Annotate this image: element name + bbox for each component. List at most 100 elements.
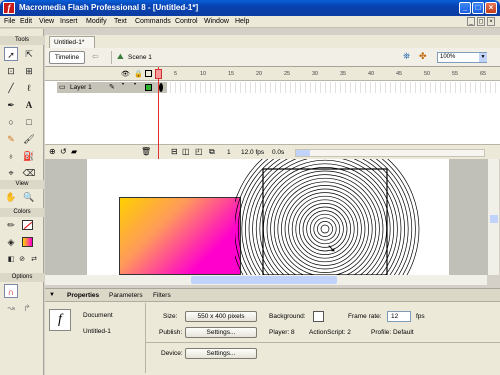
layer-name[interactable]: Layer 1: [70, 83, 92, 92]
snap-magnet-icon[interactable]: ∩: [4, 284, 18, 298]
insert-layer-icon[interactable]: ⊕: [49, 147, 56, 156]
menu-file[interactable]: File: [4, 16, 15, 28]
outline-icon[interactable]: [145, 70, 152, 77]
scrollbar-thumb[interactable]: [191, 276, 337, 284]
layer-outline-color[interactable]: [145, 84, 152, 91]
size-button[interactable]: 550 x 400 pixels: [185, 311, 257, 322]
timeline-toggle-button[interactable]: Timeline: [49, 51, 85, 64]
insert-folder-icon[interactable]: ▰: [71, 147, 77, 156]
scene-label[interactable]: Scene 1: [128, 53, 152, 62]
keyframe-dot[interactable]: [159, 83, 163, 92]
lasso-tool-icon[interactable]: ℓ: [22, 81, 36, 95]
title-bar[interactable]: f Macromedia Flash Professional 8 - [Unt…: [0, 0, 500, 16]
menu-insert[interactable]: Insert: [60, 16, 78, 28]
stage-vertical-scrollbar[interactable]: [487, 159, 499, 275]
doc-minimize-button[interactable]: _: [467, 17, 475, 26]
visibility-dot-icon[interactable]: •: [122, 82, 124, 88]
swap-colors-icon[interactable]: ⇄: [27, 253, 41, 267]
tools-panel: Tools ➚ ⇱ ⊡ ⊞ ╱ ℓ ✒ A ○ □ ✎ 🖌 ♁ ⛽ ⌖ ⌫ Vi…: [0, 29, 44, 375]
pen-tool-icon[interactable]: ✒: [4, 98, 18, 112]
background-color-swatch[interactable]: [313, 311, 324, 322]
back-arrow-icon[interactable]: ⇦: [92, 52, 99, 61]
pencil-tool-icon[interactable]: ✎: [4, 132, 18, 146]
subselect-tool-icon[interactable]: ⇱: [22, 47, 36, 61]
paint-bucket-tool-icon[interactable]: ⛽: [22, 149, 36, 163]
background-label: Background:: [269, 313, 306, 320]
menu-view[interactable]: View: [39, 16, 54, 28]
brush-tool-icon[interactable]: 🖌: [22, 132, 36, 146]
doc-restore-button[interactable]: ◻: [477, 17, 485, 26]
stage-horizontal-scrollbar[interactable]: [45, 275, 487, 285]
eraser-tool-icon[interactable]: ⌫: [22, 166, 36, 180]
delete-layer-icon[interactable]: 🗑: [141, 147, 151, 156]
frame-rate-input[interactable]: 12: [387, 311, 411, 322]
lock-icon[interactable]: 🔒: [134, 70, 143, 78]
menu-window[interactable]: Window: [204, 16, 229, 28]
tab-properties[interactable]: Properties: [67, 291, 99, 302]
divider: [111, 51, 112, 64]
tab-filters[interactable]: Filters: [153, 291, 171, 302]
lock-dot-icon[interactable]: •: [134, 82, 136, 88]
center-frame-icon[interactable]: ⊟: [171, 147, 178, 156]
stage-area[interactable]: ➘: [45, 159, 487, 275]
gradient-rectangle[interactable]: [119, 197, 241, 275]
zoom-tool-icon[interactable]: 🔍: [22, 190, 36, 204]
ring: [299, 203, 351, 255]
fill-color-swatch[interactable]: [22, 237, 33, 247]
line-tool-icon[interactable]: ╱: [4, 81, 18, 95]
edit-multiple-frames-icon[interactable]: ⧉: [209, 147, 215, 157]
edit-symbols-icon[interactable]: ✤: [419, 51, 427, 62]
arrow-tool-icon[interactable]: ➚: [4, 47, 18, 61]
stroke-color-swatch[interactable]: [22, 220, 33, 230]
layer-row[interactable]: ▭ Layer 1 ✎ • •: [57, 82, 167, 93]
edit-scene-icon[interactable]: ⛯: [403, 51, 410, 62]
publish-settings-button[interactable]: Settings...: [185, 327, 257, 338]
scrollbar-thumb[interactable]: [296, 150, 310, 156]
timeline-scrollbar[interactable]: [295, 149, 485, 157]
menu-edit[interactable]: Edit: [20, 16, 32, 28]
playhead[interactable]: [158, 67, 159, 159]
frame-cells[interactable]: [161, 82, 500, 93]
minimize-button[interactable]: _: [459, 2, 471, 14]
concentric-circles-shape[interactable]: [235, 159, 455, 275]
document-tab[interactable]: Untitled-1*: [49, 36, 95, 48]
onion-outline-icon[interactable]: ◰: [195, 147, 203, 156]
chevron-down-icon[interactable]: ▼: [479, 53, 487, 62]
current-frame: 1: [227, 149, 231, 156]
hand-tool-icon[interactable]: ✋: [4, 190, 18, 204]
device-settings-button[interactable]: Settings...: [185, 348, 257, 359]
add-motion-guide-icon[interactable]: ↺: [60, 147, 67, 156]
ink-bottle-tool-icon[interactable]: ♁: [4, 149, 18, 163]
menu-help[interactable]: Help: [235, 16, 249, 28]
eye-icon[interactable]: 👁: [121, 70, 130, 78]
menu-control[interactable]: Control: [175, 16, 198, 28]
onion-skin-icon[interactable]: ◫: [182, 147, 190, 156]
ring: [317, 221, 333, 237]
fill-color-icon[interactable]: ◈: [4, 235, 18, 249]
free-transform-tool-icon[interactable]: ⊡: [4, 64, 18, 78]
scrollbar-thumb[interactable]: [490, 215, 498, 223]
ring: [309, 213, 341, 245]
menu-text[interactable]: Text: [114, 16, 127, 28]
maximize-button[interactable]: □: [472, 2, 484, 14]
straighten-icon[interactable]: ↱: [20, 301, 34, 315]
doc-close-button[interactable]: ×: [487, 17, 495, 26]
layer-icon: ▭: [59, 84, 66, 91]
text-tool-icon[interactable]: A: [22, 98, 36, 112]
pencil-icon: ✎: [109, 84, 115, 91]
menu-commands[interactable]: Commands: [135, 16, 171, 28]
oval-tool-icon[interactable]: ○: [4, 115, 18, 129]
stroke-color-icon[interactable]: ✏: [4, 218, 18, 232]
close-button[interactable]: ×: [485, 2, 497, 14]
collapse-arrow-icon[interactable]: ▼: [49, 292, 55, 298]
rectangle-tool-icon[interactable]: □: [22, 115, 36, 129]
fill-transform-tool-icon[interactable]: ⊞: [22, 64, 36, 78]
playhead-handle[interactable]: [155, 69, 162, 79]
player-version: Player: 8: [269, 329, 295, 336]
eyedropper-tool-icon[interactable]: ⌖: [4, 166, 18, 180]
smooth-icon[interactable]: ↝: [4, 301, 18, 315]
tab-parameters[interactable]: Parameters: [109, 291, 143, 302]
frame-number: 10: [200, 71, 207, 77]
ring: [306, 210, 344, 248]
menu-modify[interactable]: Modify: [86, 16, 107, 28]
